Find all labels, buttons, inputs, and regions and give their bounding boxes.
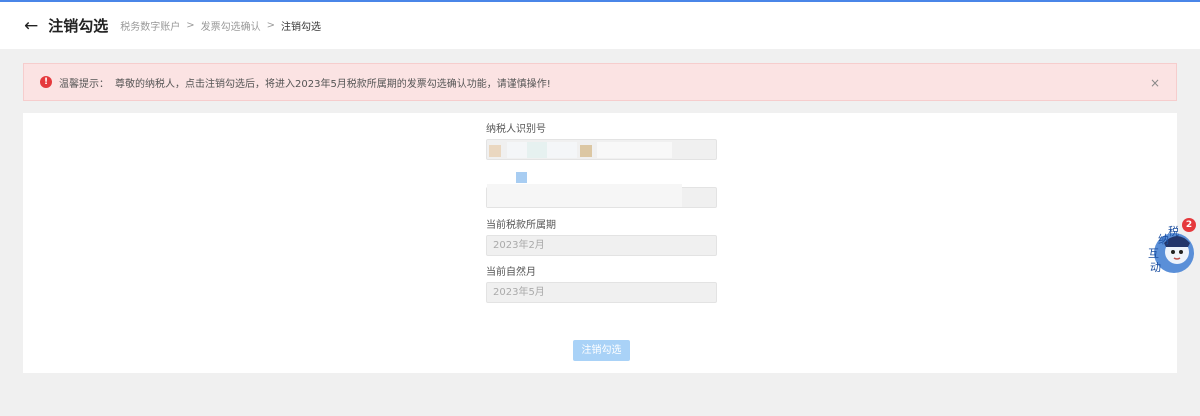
breadcrumb-separator: > xyxy=(186,20,195,31)
redaction-block xyxy=(527,142,547,158)
redaction-block xyxy=(516,172,527,183)
close-icon[interactable]: × xyxy=(1150,76,1160,90)
redaction-block xyxy=(489,145,501,157)
redaction-block xyxy=(580,145,592,157)
page-header: ← 注销勾选 税务数字账户 > 发票勾选确认 > 注销勾选 xyxy=(0,2,1200,49)
natural-month-label: 当前自然月 xyxy=(486,267,536,278)
deregister-button[interactable]: 注销勾选 xyxy=(573,340,630,361)
notification-badge: 2 xyxy=(1182,218,1196,232)
redaction-block xyxy=(597,142,672,158)
natural-month-field: 2023年5月 xyxy=(486,282,717,303)
warning-alert: ! 温馨提示： 尊敬的纳税人，点击注销勾选后，将进入2023年5月税款所属期的发… xyxy=(23,63,1177,101)
taxpayer-name-field xyxy=(486,184,717,208)
breadcrumb-invoice-confirm[interactable]: 发票勾选确认 xyxy=(201,18,261,33)
form-card: 纳税人识别号 当前税款所属期 2023年2月 当前自然月 2023年5月 注销勾… xyxy=(23,113,1177,373)
current-period-field: 2023年2月 xyxy=(486,235,717,256)
assistant-char-2: 税 xyxy=(1168,224,1179,238)
breadcrumb-separator: > xyxy=(266,20,276,31)
assistant-char-3: 互 xyxy=(1148,247,1159,260)
taxpayer-id-label: 纳税人识别号 xyxy=(486,124,546,135)
alert-message: 尊敬的纳税人，点击注销勾选后，将进入2023年5月税款所属期的发票勾选确认功能，… xyxy=(115,78,551,90)
current-period-label: 当前税款所属期 xyxy=(486,220,556,231)
page-title: 注销勾选 xyxy=(48,17,109,35)
assistant-char-4: 动 xyxy=(1150,261,1161,274)
breadcrumb-current: 注销勾选 xyxy=(281,22,322,33)
arrow-left-icon[interactable]: ← xyxy=(24,16,38,36)
taxpayer-id-field xyxy=(486,139,717,160)
alert-label: 温馨提示： xyxy=(59,78,109,90)
redaction-block xyxy=(487,184,682,207)
breadcrumb-tax-account[interactable]: 税务数字账户 xyxy=(120,18,180,33)
exclamation-icon: ! xyxy=(40,76,52,88)
